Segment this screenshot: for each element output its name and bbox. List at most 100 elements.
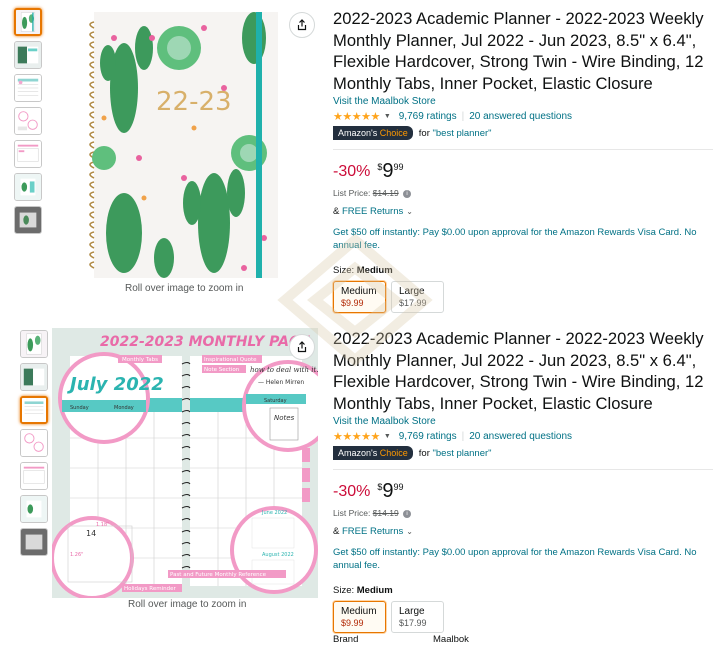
section-divider (333, 149, 713, 150)
mini-month-august: August 2022 (262, 552, 294, 558)
size-option-medium[interactable]: Medium $9.99 (333, 601, 386, 633)
dimension-height: 1.26" (70, 552, 83, 558)
product-spec-row-brand: Brand Maalbok (333, 634, 533, 646)
day-number: 14 (86, 529, 96, 538)
dimension-width: 1.18" (96, 522, 109, 528)
product-listing-2: 2022-2023 MONTHLY PAGE July 2022 Sunday … (0, 322, 716, 646)
price-fraction: 99 (393, 482, 404, 492)
callout-note-section: Note Section (204, 367, 240, 373)
thumbnail-monthly-page[interactable] (20, 396, 48, 424)
ratings-count-link[interactable]: 9,769 ratings (399, 111, 457, 122)
badge-suffix: Choice (379, 448, 408, 458)
store-link[interactable]: Visit the Maalbok Store (333, 416, 709, 427)
size-selected-value: Medium (356, 585, 393, 596)
list-price-label: List Price: (333, 508, 373, 518)
amazons-choice-row: Amazon's Choice for "best planner" (333, 446, 709, 460)
free-returns-link[interactable]: FREE Returns (342, 206, 403, 217)
thumbnail-strip (14, 8, 46, 239)
thumbnail-5[interactable] (14, 140, 42, 168)
list-price-value: $14.19 (372, 188, 399, 198)
star-rating[interactable]: ★★★★★ (333, 110, 380, 123)
info-icon[interactable]: i (403, 189, 412, 198)
chevron-down-icon[interactable]: ⌄ (406, 207, 413, 216)
choice-keyword-link[interactable]: "best planner" (433, 448, 492, 459)
spec-label-brand: Brand (333, 634, 359, 645)
returns-prefix: & (333, 206, 342, 217)
product-details: 2022-2023 Academic Planner - 2022-2023 W… (333, 328, 713, 633)
size-option-price: $9.99 (341, 618, 364, 628)
product-main-image-monthly-page[interactable]: 2022-2023 MONTHLY PAGE July 2022 Sunday … (52, 328, 318, 598)
badge-prefix: Amazon's (338, 128, 380, 138)
choice-for-text: for "best planner" (419, 128, 492, 139)
answered-questions-link[interactable]: 20 answered questions (469, 431, 572, 442)
returns-prefix: & (333, 526, 342, 537)
rewards-card-offer[interactable]: Get $50 off instantly: Pay $0.00 upon ap… (333, 226, 709, 252)
chevron-down-icon[interactable]: ▼ (384, 433, 391, 440)
thumbnail-6[interactable] (14, 173, 42, 201)
rewards-card-offer[interactable]: Get $50 off instantly: Pay $0.00 upon ap… (333, 546, 709, 572)
discount-percent: -30% (333, 483, 371, 500)
product-details: 2022-2023 Academic Planner - 2022-2023 W… (333, 8, 713, 313)
thumbnail-7[interactable] (14, 206, 42, 234)
share-icon (297, 341, 307, 353)
size-option-price: $17.99 (399, 618, 427, 628)
spec-value-brand: Maalbok (433, 634, 469, 645)
divider: | (461, 430, 465, 442)
thumbnail-2[interactable] (20, 363, 48, 391)
zoom-hint: Roll over image to zoom in (128, 599, 247, 610)
thumbnail-cover[interactable] (14, 8, 42, 36)
size-option-large[interactable]: Large $17.99 (391, 601, 444, 633)
store-link[interactable]: Visit the Maalbok Store (333, 96, 709, 107)
ratings-row: ★★★★★ ▼ 9,769 ratings | 20 answered ques… (333, 109, 709, 123)
callout-monthly-reference: Past and Future Monthly Reference (170, 572, 267, 578)
price: $ 9 99 (377, 480, 403, 502)
info-icon[interactable]: i (403, 509, 412, 518)
cover-year-text: 22-23 (156, 87, 232, 117)
choice-keyword-link[interactable]: "best planner" (433, 128, 492, 139)
size-selected-value: Medium (356, 265, 393, 276)
zoom-hint: Roll over image to zoom in (125, 283, 244, 294)
weekday-monday: Monday (114, 405, 134, 411)
size-option-name: Large (399, 286, 425, 297)
weekday-saturday: Saturday (264, 398, 287, 404)
share-button[interactable] (289, 334, 315, 360)
ratings-row: ★★★★★ ▼ 9,769 ratings | 20 answered ques… (333, 429, 709, 443)
product-listing-1: 22-23 Roll over image to zoom in 2022-20… (0, 0, 716, 320)
thumbnail-2[interactable] (14, 41, 42, 69)
quote-fragment: how to deal with it. (250, 366, 318, 374)
thumbnail-5[interactable] (20, 462, 48, 490)
price-row: -30% $ 9 99 (333, 160, 709, 184)
callout-holidays-reminder: Holidays Reminder (124, 586, 176, 592)
chevron-down-icon[interactable]: ▼ (384, 113, 391, 120)
size-options: Medium $9.99 Large $17.99 (333, 601, 709, 633)
thumbnail-7[interactable] (20, 528, 48, 556)
mini-month-june: June 2022 (261, 510, 287, 516)
thumbnail-4[interactable] (20, 429, 48, 457)
size-option-medium[interactable]: Medium $9.99 (333, 281, 386, 313)
chevron-down-icon[interactable]: ⌄ (406, 527, 413, 536)
share-icon (297, 19, 307, 31)
size-option-price: $9.99 (341, 298, 364, 308)
thumbnail-cover[interactable] (20, 330, 48, 358)
thumbnail-strip (20, 330, 52, 561)
size-option-large[interactable]: Large $17.99 (391, 281, 444, 313)
thumbnail-6[interactable] (20, 495, 48, 523)
list-price: List Price: $14.19 i (333, 508, 709, 518)
share-button[interactable] (289, 12, 315, 38)
amazons-choice-row: Amazon's Choice for "best planner" (333, 126, 709, 140)
list-price: List Price: $14.19 i (333, 188, 709, 198)
callout-inspirational-quote: Inspirational Quote (204, 357, 257, 363)
monthly-page-heading: 2022-2023 MONTHLY PAGE (100, 334, 310, 350)
size-label: Size: Medium (333, 265, 709, 276)
product-main-image-cover[interactable]: 22-23 (84, 8, 280, 280)
answered-questions-link[interactable]: 20 answered questions (469, 111, 572, 122)
size-label: Size: Medium (333, 585, 709, 596)
returns-row: & FREE Returns ⌄ (333, 206, 709, 217)
free-returns-link[interactable]: FREE Returns (342, 526, 403, 537)
thumbnail-4[interactable] (14, 107, 42, 135)
thumbnail-3[interactable] (14, 74, 42, 102)
star-rating[interactable]: ★★★★★ (333, 430, 380, 443)
for-label: for (418, 447, 433, 459)
ratings-count-link[interactable]: 9,769 ratings (399, 431, 457, 442)
discount-percent: -30% (333, 163, 371, 180)
